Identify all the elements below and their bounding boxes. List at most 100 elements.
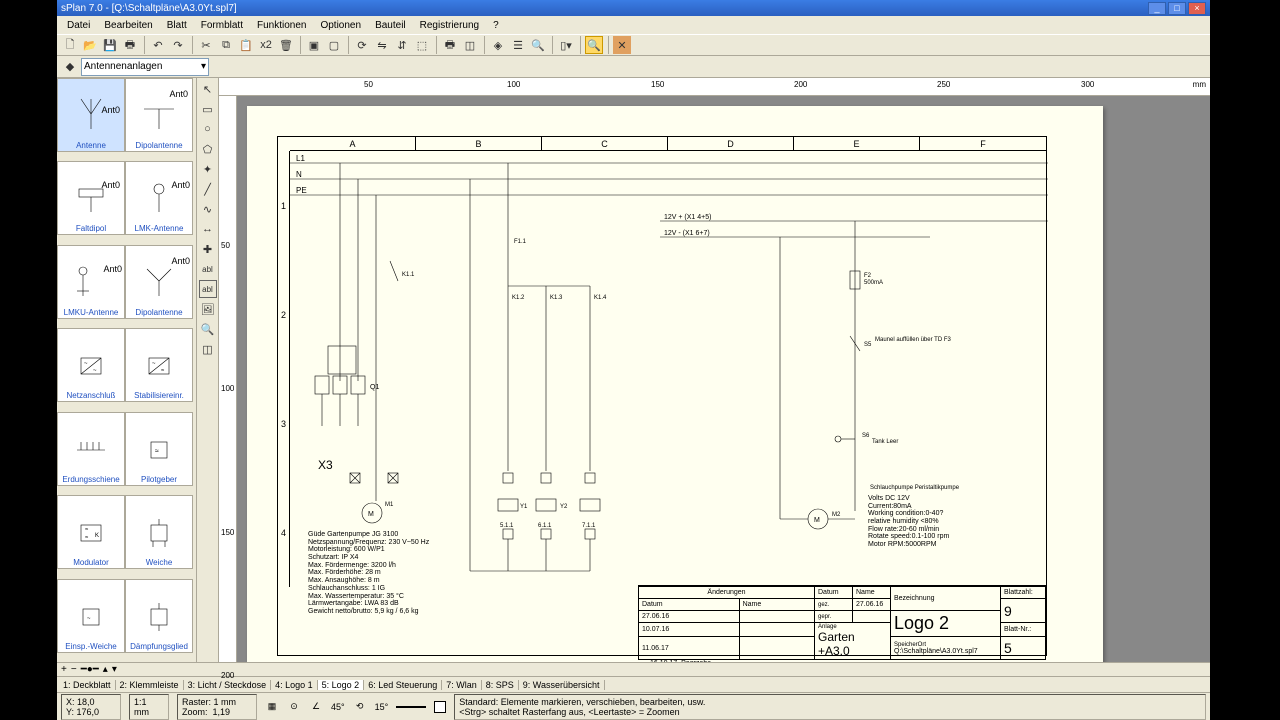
mirrorv-icon[interactable]: ⇵ (393, 36, 411, 54)
ruler-horizontal: 50 100 150 200 250 300 mm (219, 78, 1210, 96)
close-button[interactable]: × (1188, 2, 1206, 15)
grid-icon[interactable]: ▦ (265, 700, 279, 714)
slider-icon[interactable]: ━●━ (81, 664, 99, 675)
front-icon[interactable]: ▣ (305, 36, 323, 54)
new-icon[interactable]: 🗋 (61, 36, 79, 54)
menu-funktionen[interactable]: Funktionen (251, 19, 312, 32)
svg-text:Y1: Y1 (520, 504, 528, 510)
lib-item-dipol2[interactable]: Ant0 Dipolantenne (125, 245, 193, 319)
special-tool-icon[interactable]: ✦ (199, 160, 217, 178)
delete-icon[interactable]: 🗑 (277, 36, 295, 54)
menu-bearbeiten[interactable]: Bearbeiten (98, 19, 158, 32)
status-raster: Raster: 1 mm Zoom: 1,19 (177, 694, 257, 720)
tab-5[interactable]: 5: Logo 2 (318, 680, 365, 690)
miriorh-icon[interactable]: ⇋ (373, 36, 391, 54)
lib-item-daempf[interactable]: Dämpfungsglied (125, 579, 193, 653)
tab-2[interactable]: 2: Klemmleiste (116, 680, 184, 690)
poly-tool-icon[interactable]: ⬠ (199, 140, 217, 158)
text-tool-icon[interactable]: abl (199, 260, 217, 278)
menu-blatt[interactable]: Blatt (161, 19, 193, 32)
lib-item-lmk[interactable]: Ant0 LMK-Antenne (125, 161, 193, 235)
zoom-icon[interactable]: 🔍 (585, 36, 603, 54)
measure-tool-icon[interactable]: ◫ (199, 340, 217, 358)
back-icon[interactable]: ▢ (325, 36, 343, 54)
open-icon[interactable]: 📂 (81, 36, 99, 54)
node-tool-icon[interactable]: ✚ (199, 240, 217, 258)
save-icon[interactable]: 💾 (101, 36, 119, 54)
paper: A B C D E F 1 2 3 4 (247, 106, 1103, 662)
lib-item-netz[interactable]: ~~ Netzanschluß (57, 328, 125, 402)
paste-icon[interactable]: 📋 (237, 36, 255, 54)
exit-icon[interactable]: ✕ (613, 36, 631, 54)
tab-1[interactable]: 1: Deckblatt (59, 680, 116, 690)
minimize-button[interactable]: _ (1148, 2, 1166, 15)
duplicate-icon[interactable]: x2 (257, 36, 275, 54)
down-icon[interactable]: ▾ (112, 664, 117, 675)
up-icon[interactable]: ▴ (103, 664, 108, 675)
menu-help[interactable]: ? (487, 19, 505, 32)
lib-item-weiche[interactable]: Weiche (125, 495, 193, 569)
copy-icon[interactable]: ⧉ (217, 36, 235, 54)
fillstyle-preview[interactable] (434, 701, 446, 713)
line-tool-icon[interactable]: ╱ (199, 180, 217, 198)
menu-formblatt[interactable]: Formblatt (195, 19, 249, 32)
preview-icon[interactable]: ◫ (461, 36, 479, 54)
lib-item-modulator[interactable]: ≈≈K Modulator (57, 495, 125, 569)
cut-icon[interactable]: ✂ (197, 36, 215, 54)
library-dropdown[interactable]: Antennenanlagen ▾ (81, 58, 209, 76)
snap-icon[interactable]: ◈ (489, 36, 507, 54)
print2-icon[interactable]: 🖶 (441, 36, 459, 54)
lib-item-einsp[interactable]: ~ Einsp.-Weiche (57, 579, 125, 653)
circle-tool-icon[interactable]: ○ (199, 120, 217, 138)
lib-item-pilot[interactable]: ≈ Pilotgeber (125, 412, 193, 486)
snap2-icon[interactable]: ⊙ (287, 700, 301, 714)
titleblock: Änderungen Datum Name Bezeichnung Blattz… (638, 585, 1046, 655)
menu-optionen[interactable]: Optionen (314, 19, 367, 32)
page-icon[interactable]: ▯▾ (557, 36, 575, 54)
tab-3[interactable]: 3: Licht / Steckdose (184, 680, 272, 690)
angle-icon[interactable]: ∠ (309, 700, 323, 714)
list-icon[interactable]: ☰ (509, 36, 527, 54)
undo-icon[interactable]: ↶ (149, 36, 167, 54)
find-icon[interactable]: 🔍 (529, 36, 547, 54)
svg-text:6.1.1: 6.1.1 (538, 523, 552, 529)
linestyle-preview[interactable] (396, 706, 426, 708)
menu-bauteil[interactable]: Bauteil (369, 19, 412, 32)
rotate2-icon[interactable]: ⟲ (353, 700, 367, 714)
menu-datei[interactable]: Datei (61, 19, 96, 32)
menu-registrierung[interactable]: Registrierung (414, 19, 485, 32)
tab-4[interactable]: 4: Logo 1 (271, 680, 318, 690)
lib-item-lmku[interactable]: Ant0 LMKU-Antenne (57, 245, 125, 319)
svg-text:S6: S6 (862, 433, 870, 439)
print-icon[interactable]: 🖶 (121, 36, 139, 54)
svg-text:M: M (368, 511, 374, 518)
maximize-button[interactable]: □ (1168, 2, 1186, 15)
textbox-tool-icon[interactable]: abl (199, 280, 217, 298)
pointer-tool-icon[interactable]: ↖ (199, 80, 217, 98)
lib-item-dipolantenne[interactable]: Ant0 Dipolantenne (125, 78, 193, 152)
svg-text:F1.1: F1.1 (514, 239, 527, 245)
library-panel[interactable]: Ant0 Antenne Ant0 Dipolantenne Ant0 Falt… (57, 78, 197, 662)
svg-text:Tank Leer: Tank Leer (872, 439, 898, 445)
tab-9[interactable]: 9: Wasserübersicht (519, 680, 605, 690)
svg-text:PE: PE (296, 186, 307, 195)
canvas[interactable]: A B C D E F 1 2 3 4 (237, 96, 1210, 662)
image-tool-icon[interactable]: 🖼 (199, 300, 217, 318)
rotate-icon[interactable]: ⟳ (353, 36, 371, 54)
library-icon[interactable]: ◆ (61, 58, 79, 76)
tab-7[interactable]: 7: Wlan (442, 680, 482, 690)
tab-6[interactable]: 6: Led Steuerung (364, 680, 442, 690)
bezier-tool-icon[interactable]: ∿ (199, 200, 217, 218)
group-icon[interactable]: ⬚ (413, 36, 431, 54)
lib-item-faltdipol[interactable]: Ant0 Faltdipol (57, 161, 125, 235)
lib-item-antenne[interactable]: Ant0 Antenne (57, 78, 125, 152)
redo-icon[interactable]: ↷ (169, 36, 187, 54)
lib-item-erdung[interactable]: Erdungsschiene (57, 412, 125, 486)
lib-item-stabil[interactable]: ~≈ Stabilisiereinr. (125, 328, 193, 402)
tab-8[interactable]: 8: SPS (482, 680, 519, 690)
dimension-tool-icon[interactable]: ↔ (199, 220, 217, 238)
minus-icon[interactable]: − (71, 664, 77, 675)
zoom-tool-icon[interactable]: 🔍 (199, 320, 217, 338)
plus-icon[interactable]: + (61, 664, 67, 675)
rect-tool-icon[interactable]: ▭ (199, 100, 217, 118)
